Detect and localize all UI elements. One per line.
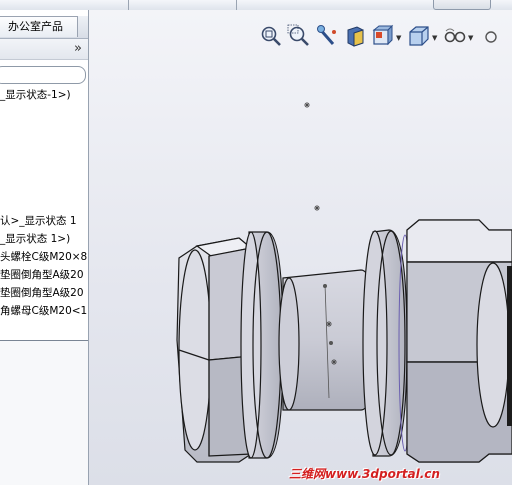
tab-office-products[interactable]: 办公室产品: [0, 16, 78, 37]
toolbar-separator: [236, 0, 237, 10]
bolt-assembly-model[interactable]: [89, 10, 512, 485]
tree-item[interactable]: _显示状态-1>): [0, 88, 71, 102]
double-chevron-right-icon[interactable]: »: [74, 41, 82, 56]
bolt-shank[interactable]: [278, 269, 376, 411]
tree-item[interactable]: _显示状态 1>): [0, 232, 70, 246]
tree-item[interactable]: 认>_显示状态 1: [0, 214, 77, 228]
tree-filter-input[interactable]: [0, 66, 86, 84]
toolbar-separator: [128, 0, 129, 10]
tree-item-bolt[interactable]: 头螺栓C级M20×8: [0, 250, 87, 264]
watermark-text: 三维网www.3dportal.cn: [289, 467, 440, 481]
hex-nut[interactable]: [406, 219, 512, 463]
panel-tab-strip: 办公室产品: [0, 16, 88, 39]
tree-item-washer[interactable]: 垫圈倒角型A级20: [0, 286, 84, 300]
washer-left[interactable]: [240, 231, 284, 459]
panel-header-bar: »: [0, 39, 88, 60]
sketch-point-marks: [304, 102, 320, 211]
tree-item-washer[interactable]: 垫圈倒角型A级20: [0, 268, 84, 282]
washer-right[interactable]: [362, 229, 412, 457]
top-right-button[interactable]: [433, 0, 491, 10]
tree-item-nut[interactable]: 角螺母C级M20<1>: [0, 304, 88, 318]
graphics-viewport[interactable]: ▼ ▼ ▼ 三维网www.3dportal.cn: [89, 10, 512, 485]
feature-manager-panel: 办公室产品 » _显示状态-1>) 认>_显示状态 1 _显示状态 1>) 头螺…: [0, 10, 89, 485]
bolt-head[interactable]: [176, 237, 253, 463]
panel-lower-area: [0, 341, 88, 485]
